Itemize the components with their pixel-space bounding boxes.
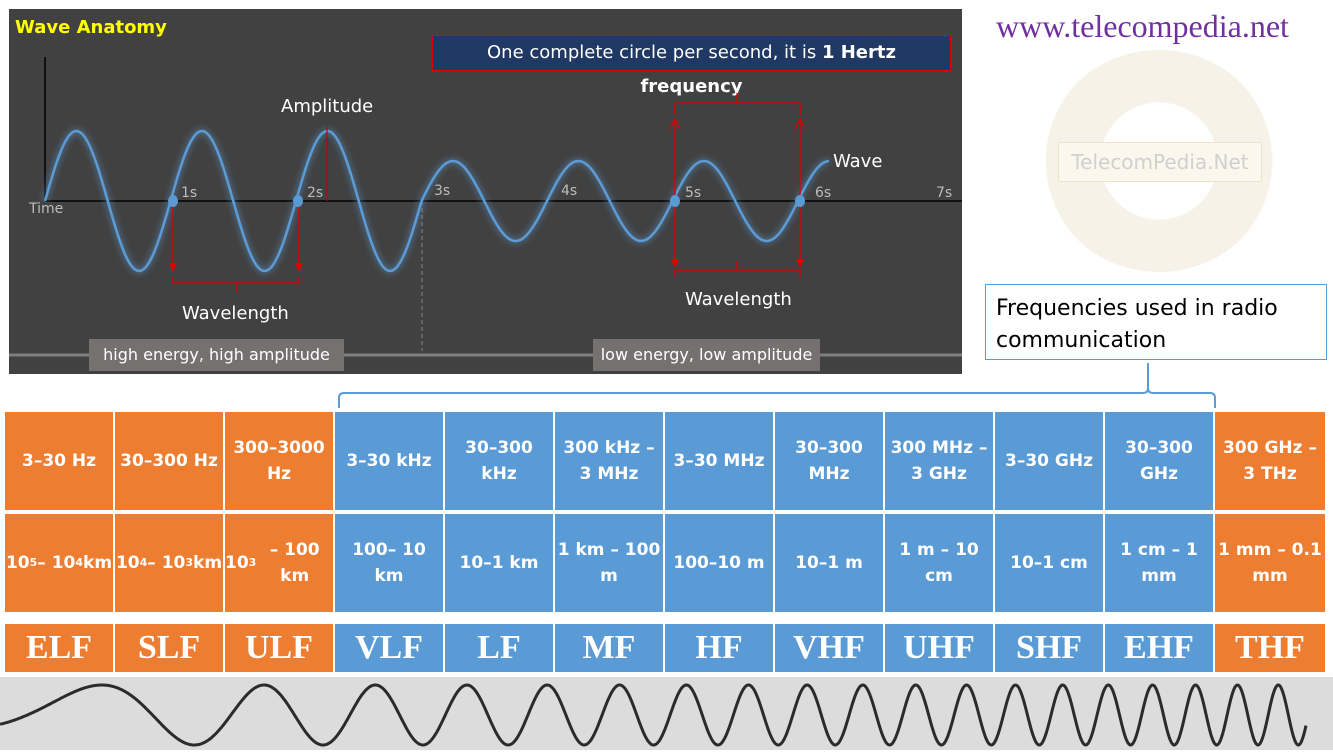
chirp-wave bbox=[0, 683, 1308, 747]
band-name-cell: HF bbox=[665, 624, 775, 672]
frequency-strip bbox=[0, 677, 1333, 750]
band-name-cell: VLF bbox=[335, 624, 445, 672]
frequency-cell: 30–300 Hz bbox=[115, 412, 225, 510]
wavelength-cell: 1 km – 100 m bbox=[555, 514, 665, 612]
band-name-cell: EHF bbox=[1105, 624, 1215, 672]
band-name-row: ELF SLF ULF VLF LF MF HF VHF UHF SHF EHF THF bbox=[5, 624, 1327, 672]
frequency-cell: 3–30 GHz bbox=[995, 412, 1105, 510]
wavelength-row: 10 5– 10 4 km 10 4– 10 3 km 10 3– 100 km 100– 10… bbox=[5, 514, 1327, 612]
frequency-cell: 3–30 Hz bbox=[5, 412, 115, 510]
wavelength-cell: 1 cm – 1 mm bbox=[1105, 514, 1215, 612]
band-name-cell: SLF bbox=[115, 624, 225, 672]
frequency-cell: 300–3000 Hz bbox=[225, 412, 335, 510]
wavelength-cell: 10 3– 100 km bbox=[225, 514, 335, 612]
frequency-cell: 300 GHz – 3 THz bbox=[1215, 412, 1327, 510]
frequency-row: 3–30 Hz 30–300 Hz 300–3000 Hz 3–30 kHz 30–30… bbox=[5, 412, 1327, 510]
frequency-cell: 30–300 MHz bbox=[775, 412, 885, 510]
frequency-cell: 300 kHz – 3 MHz bbox=[555, 412, 665, 510]
radio-bracket bbox=[338, 363, 1216, 408]
frequency-cell: 3–30 MHz bbox=[665, 412, 775, 510]
band-name-cell: UHF bbox=[885, 624, 995, 672]
wavelength-cell: 10–1 km bbox=[445, 514, 555, 612]
band-name-cell: VHF bbox=[775, 624, 885, 672]
wavelength-cell: 100–10 m bbox=[665, 514, 775, 612]
wavelength-cell: 10 4– 10 3 km bbox=[115, 514, 225, 612]
band-name-cell: THF bbox=[1215, 624, 1327, 672]
frequency-cell: 30–300 kHz bbox=[445, 412, 555, 510]
wavelength-cell: 1 m – 10 cm bbox=[885, 514, 995, 612]
frequency-cell: 30–300 GHz bbox=[1105, 412, 1215, 510]
band-name-cell: ULF bbox=[225, 624, 335, 672]
wavelength-cell: 10–1 m bbox=[775, 514, 885, 612]
wavelength-cell: 10 5– 10 4 km bbox=[5, 514, 115, 612]
band-name-cell: LF bbox=[445, 624, 555, 672]
band-name-cell: MF bbox=[555, 624, 665, 672]
band-name-cell: SHF bbox=[995, 624, 1105, 672]
band-name-cell: ELF bbox=[5, 624, 115, 672]
wavelength-cell: 100– 10 km bbox=[335, 514, 445, 612]
frequency-cell: 3–30 kHz bbox=[335, 412, 445, 510]
frequency-cell: 300 MHz – 3 GHz bbox=[885, 412, 995, 510]
wavelength-cell: 10–1 cm bbox=[995, 514, 1105, 612]
wavelength-cell: 1 mm – 0.1 mm bbox=[1215, 514, 1327, 612]
